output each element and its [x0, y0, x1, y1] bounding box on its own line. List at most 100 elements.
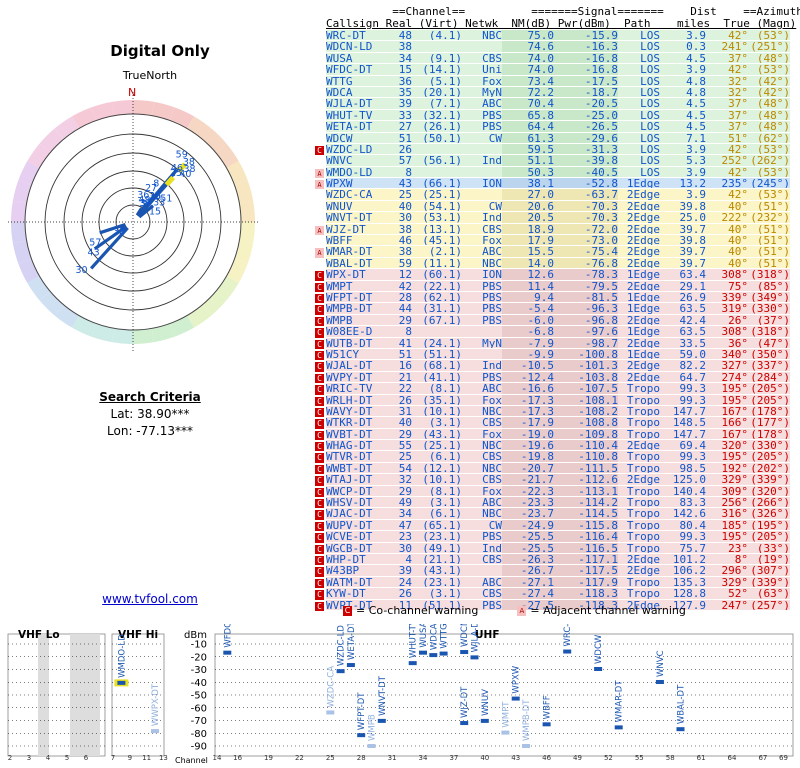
cell-real: 22 [384, 383, 412, 395]
cell-mag: (205°) [748, 383, 790, 395]
cell-dist: 3.9 [660, 143, 706, 156]
warning-marker: C [314, 600, 326, 611]
cell-path: Tropo [618, 451, 660, 463]
cell-path: 2Edge [618, 223, 660, 236]
station-table: ==Channel== =======Signal======= Dist ==… [314, 6, 800, 611]
cell-tru: 319° [706, 303, 748, 315]
table-row: C WMPT 42 (22.1) PBS 11.4 -79.5 2Edge 29.1 75° (85… [314, 280, 800, 292]
cell-dist: 4.5 [660, 121, 706, 133]
cell-tru: 75° [706, 280, 748, 292]
cell-tru: 52° [706, 588, 748, 600]
cell-virt: (6.1) [412, 451, 462, 463]
cell-path: 2Edge [618, 189, 660, 201]
signal-label: WMPB [368, 714, 378, 741]
signal-mark [429, 653, 438, 658]
table-row: C WRLH-DT 26 (35.1) Fox -17.3 -108.1 Tropo 99.3 1… [314, 394, 800, 406]
beam-channel-label: 38 [184, 164, 196, 175]
cell-virt: (6.1) [412, 508, 462, 520]
cell-virt: (7.1) [412, 98, 462, 110]
cell-net: Fox [462, 235, 502, 247]
cell-path: 1Edge [618, 178, 660, 190]
cell-real: 8 [384, 326, 412, 338]
cell-virt: (54.1) [412, 200, 462, 213]
cell-pwr: -108.1 [554, 394, 618, 406]
cell-nm: -19.0 [502, 428, 554, 441]
co-channel-icon: C [315, 396, 324, 406]
cell-call: WJAL-DT [326, 360, 384, 372]
cell-real: 34 [384, 508, 412, 520]
cell-mag: (195°) [748, 519, 790, 532]
signal-mark [326, 710, 335, 715]
cell-mag: (53°) [748, 143, 790, 156]
beam-channel-label: 43 [88, 248, 100, 259]
cell-virt: (60.1) [412, 269, 462, 281]
cell-call: WWCP-DT [326, 485, 384, 498]
cell-dist: 4.8 [660, 86, 706, 99]
cell-mag: (48°) [748, 52, 790, 65]
cell-mag: (53°) [748, 189, 790, 201]
cell-nm: -24.9 [502, 519, 554, 532]
cell-dist: 99.3 [660, 394, 706, 406]
azimuth-band [239, 222, 255, 244]
channel-tick: 3 [27, 754, 31, 762]
warning-marker: C [314, 520, 326, 532]
cell-net: CW [462, 200, 502, 213]
cell-pwr: -96.8 [554, 314, 618, 327]
cell-virt: (41.1) [412, 371, 462, 384]
cell-dist: 39.8 [660, 200, 706, 213]
co-channel-icon: C [315, 316, 324, 327]
cell-tru: 185° [706, 519, 748, 532]
cell-real: 23 [384, 531, 412, 543]
cell-call: WPX-DT [326, 269, 384, 281]
cell-pwr: -20.5 [554, 98, 618, 110]
cell-mag: (177°) [748, 417, 790, 429]
cell-nm: 20.5 [502, 212, 554, 224]
table-row: WDCN-LD 38 74.6 -16.3 LOS 0.3 241° (251°) [314, 41, 800, 53]
cell-pwr: -31.3 [554, 143, 618, 156]
cell-real: 26 [384, 588, 412, 600]
cell-dist: 147.7 [660, 428, 706, 441]
tvfool-link[interactable]: www.tvfool.com [0, 592, 300, 606]
cell-call: WRC-DT [326, 30, 384, 42]
cell-nm: -26.3 [502, 553, 554, 566]
cell-net: PBS [462, 303, 502, 315]
cell-dist: 7.1 [660, 132, 706, 144]
warning-marker: C [314, 303, 326, 315]
cell-net [462, 166, 502, 179]
channel-tick: 61 [697, 754, 706, 762]
cell-net: PBS [462, 291, 502, 304]
channel-tick: 16 [233, 754, 242, 762]
cell-real: 40 [384, 200, 412, 213]
cell-tru: 37° [706, 52, 748, 65]
cell-pwr: -114.5 [554, 508, 618, 520]
cell-mag: (62°) [748, 132, 790, 144]
cell-dist: 59.0 [660, 348, 706, 361]
cell-virt: (10.1) [412, 474, 462, 486]
table-row: C W43BP 39 (43.1) -26.7 -117.5 2Edge 106.2 296°(… [314, 565, 800, 577]
cell-dist: 4.5 [660, 109, 706, 122]
dbm-tick: -70 [191, 716, 207, 727]
cell-tru: 329° [706, 474, 748, 486]
cell-dist: 64.7 [660, 371, 706, 384]
cell-mag: (53°) [748, 166, 790, 179]
warning-marker: C [314, 292, 326, 304]
cell-call: WZDC-LD [326, 143, 384, 156]
cell-dist: 135.3 [660, 576, 706, 589]
adjacent-channel-icon: A [315, 180, 324, 190]
table-row: C WHP-DT 4 (21.1) CBS -26.3 -117.1 2Edge 101.2 8°… [314, 553, 800, 566]
warning-marker [314, 76, 326, 87]
cell-nm: -21.7 [502, 474, 554, 486]
cell-virt: (67.1) [412, 314, 462, 327]
cell-mag: (48°) [748, 98, 790, 110]
cell-dist: 39.7 [660, 223, 706, 236]
warning-marker: C [314, 315, 326, 327]
cell-real: 8 [384, 166, 412, 179]
cell-nm: -23.3 [502, 497, 554, 509]
cell-dist: 5.3 [660, 155, 706, 167]
cell-mag: (48°) [748, 109, 790, 122]
warning-marker: C [314, 326, 326, 338]
cell-path: 2Edge [618, 212, 660, 224]
cell-nm: -26.7 [502, 565, 554, 577]
co-channel-icon: C [315, 510, 324, 520]
cell-dist: 39.8 [660, 235, 706, 247]
